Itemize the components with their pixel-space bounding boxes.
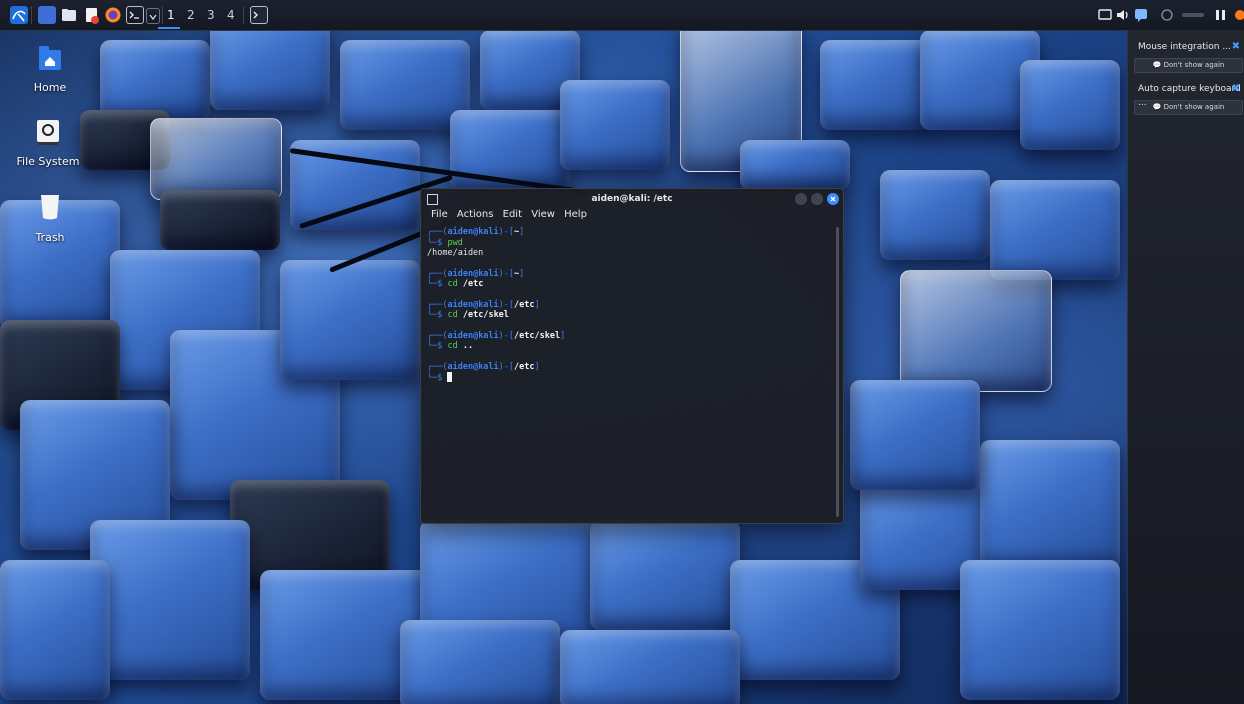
command-output: /home/aiden xyxy=(427,248,484,258)
drive-icon xyxy=(8,118,88,149)
prompt-user: aiden@kali xyxy=(447,227,499,237)
clock-icon[interactable] xyxy=(1180,6,1206,24)
prompt-user: aiden@kali xyxy=(447,299,499,310)
close-icon[interactable]: ✖ xyxy=(1232,41,1240,52)
terminal-menubar: File Actions Edit View Help xyxy=(421,209,843,225)
close-button[interactable] xyxy=(827,193,839,205)
display-icon[interactable] xyxy=(1096,6,1114,24)
command-text: pwd xyxy=(447,237,463,248)
desktop-icon-file-system[interactable]: File System xyxy=(8,118,88,168)
prompt-cwd: /etc xyxy=(514,299,535,310)
notification-title: Auto capture keyboard ... xyxy=(1138,84,1241,108)
firefox-icon[interactable] xyxy=(104,6,122,24)
desktop-icon-label: Trash xyxy=(35,231,65,244)
chat-bubble-icon: 💬 xyxy=(1152,61,1162,69)
notification-icon[interactable] xyxy=(1132,6,1150,24)
command-argument: /etc xyxy=(462,279,484,289)
kali-menu-icon[interactable] xyxy=(10,6,28,24)
close-icon[interactable]: ✖ xyxy=(1232,83,1240,94)
desktop-icon-trash[interactable]: Trash xyxy=(10,192,90,244)
notification-area: Mouse integration ... ✖ 💬 Don't show aga… xyxy=(1127,30,1244,704)
desktop-icon-label: Home xyxy=(33,81,67,94)
terminal-scrollbar[interactable] xyxy=(836,227,839,517)
text-editor-icon[interactable] xyxy=(82,6,100,24)
notification-mouse-integration: Mouse integration ... ✖ 💬 Don't show aga… xyxy=(1134,40,1243,73)
button-label: Don't show again xyxy=(1163,61,1225,69)
prompt-cwd: ~ xyxy=(514,268,520,279)
minimize-button[interactable] xyxy=(795,193,807,205)
command-argument: /etc/skel xyxy=(462,310,509,320)
text-cursor xyxy=(447,372,453,382)
workspace-3[interactable]: 3 xyxy=(207,8,215,22)
chat-bubble-icon: 💬 xyxy=(1152,103,1162,111)
prompt-user: aiden@kali xyxy=(447,361,499,372)
chevron-down-icon[interactable] xyxy=(146,8,160,24)
trash-icon xyxy=(10,192,90,225)
button-label: Don't show again xyxy=(1163,103,1225,111)
terminal-launcher-icon[interactable] xyxy=(126,6,144,24)
menu-edit[interactable]: Edit xyxy=(503,209,522,220)
terminal-window-button[interactable] xyxy=(250,6,268,24)
prompt-cwd: /etc xyxy=(514,361,535,372)
workspace-1[interactable]: 1 xyxy=(167,8,175,22)
menu-actions[interactable]: Actions xyxy=(457,209,494,220)
terminal-output[interactable]: ┌──(aiden@kali)-[~] └─$ pwd /home/aiden … xyxy=(427,227,827,517)
file-manager-icon[interactable] xyxy=(60,6,78,24)
menu-help[interactable]: Help xyxy=(564,209,587,220)
prompt-block: ┌──(aiden@kali)-[/etc/skel] └─$ cd .. xyxy=(427,330,566,352)
maximize-button[interactable] xyxy=(811,193,823,205)
prompt-block: ┌──(aiden@kali)-[~] └─$ cd /etc xyxy=(427,268,525,290)
prompt-user: aiden@kali xyxy=(447,268,499,279)
active-workspace-indicator xyxy=(158,27,180,29)
dont-show-again-button[interactable]: 💬 Don't show again xyxy=(1134,100,1243,115)
prompt-block: ┌──(aiden@kali)-[~] └─$ pwd /home/aiden xyxy=(427,227,827,259)
terminal-titlebar[interactable]: aiden@kali: /etc xyxy=(421,189,843,209)
prompt-block: ┌──(aiden@kali)-[/etc] └─$ xyxy=(427,361,540,384)
prompt-block: ┌──(aiden@kali)-[/etc] └─$ cd /etc/skel xyxy=(427,299,540,321)
prompt-user: aiden@kali xyxy=(447,330,499,341)
terminal-window[interactable]: aiden@kali: /etc File Actions Edit View … xyxy=(420,188,844,524)
command-text: cd xyxy=(447,310,458,320)
power-icon[interactable] xyxy=(1232,6,1244,24)
command-text: cd xyxy=(447,341,458,351)
show-desktop-icon[interactable] xyxy=(38,6,56,24)
home-folder-icon xyxy=(10,42,90,75)
notification-title: Mouse integration ... xyxy=(1138,42,1231,52)
notification-auto-capture-keyboard: Auto capture keyboard ... ✖ 💬 Don't show… xyxy=(1134,82,1243,115)
prompt-cwd: /etc/skel xyxy=(514,330,561,341)
session-icon[interactable] xyxy=(1212,6,1230,24)
terminal-app-icon xyxy=(427,194,438,205)
close-icon xyxy=(830,196,836,202)
dont-show-again-button[interactable]: 💬 Don't show again xyxy=(1134,58,1243,73)
command-text: cd xyxy=(447,279,458,289)
network-icon[interactable] xyxy=(1158,6,1176,24)
workspace-4[interactable]: 4 xyxy=(227,8,235,22)
volume-icon[interactable] xyxy=(1114,6,1132,24)
desktop-icon-label: File System xyxy=(16,155,80,168)
workspace-2[interactable]: 2 xyxy=(187,8,195,22)
menu-view[interactable]: View xyxy=(531,209,555,220)
window-title: aiden@kali: /etc xyxy=(591,194,673,204)
menu-file[interactable]: File xyxy=(431,209,448,220)
command-argument: .. xyxy=(462,341,474,351)
desktop-icon-home[interactable]: Home xyxy=(10,42,90,94)
top-panel: 1 2 3 4 xyxy=(0,0,1244,31)
prompt-cwd: ~ xyxy=(514,227,520,237)
